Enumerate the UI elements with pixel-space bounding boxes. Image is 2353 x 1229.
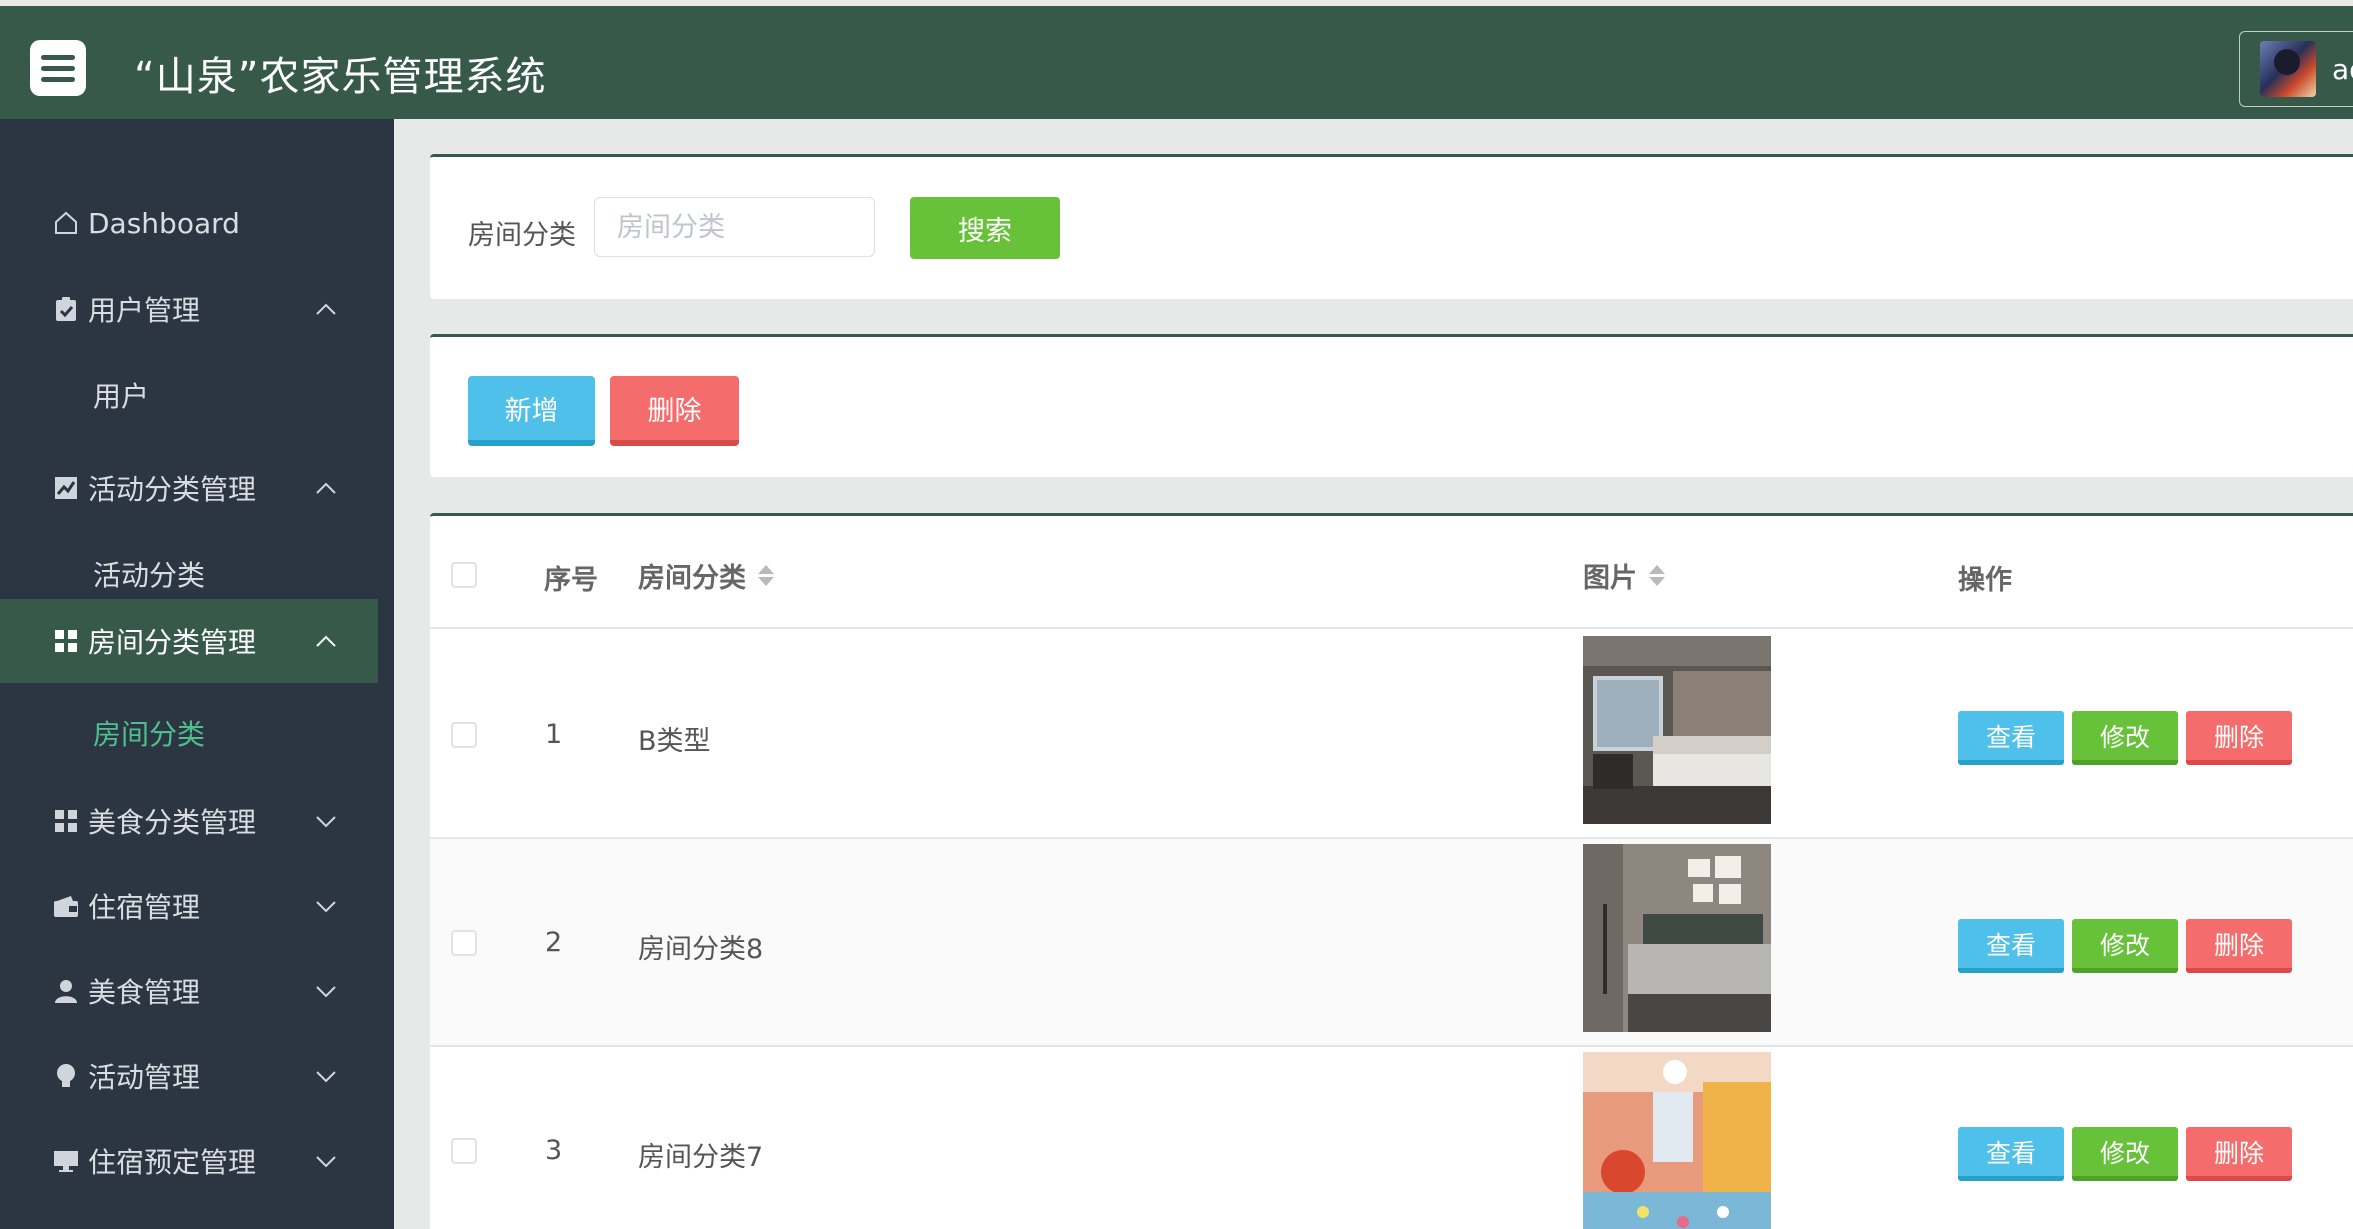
table-row: 2 房间分类8 查看 修改 删除 (430, 839, 2353, 1047)
row-category: B类型 (638, 726, 711, 757)
app-title: “山泉”农家乐管理系统 (134, 54, 547, 100)
sidebar-item-lodging-management[interactable]: 住宿管理 (0, 864, 378, 948)
sidebar-item-activity-management[interactable]: 活动管理 (0, 1034, 378, 1118)
chevron-up-icon (314, 476, 338, 500)
sidebar-subitem-user[interactable]: 用户 (0, 353, 378, 437)
user-icon (53, 978, 79, 1004)
bulb-icon (53, 1063, 79, 1089)
sidebar-subitem-room-category[interactable]: 房间分类 (0, 691, 378, 775)
sidebar-subitem-label: 用户 (93, 380, 150, 413)
row-index: 1 (545, 719, 563, 750)
menu-toggle-button[interactable] (30, 40, 86, 96)
row-index: 2 (545, 927, 563, 958)
chevron-up-icon (314, 297, 338, 321)
sidebar-item-activity-category-management[interactable]: 活动分类管理 (0, 446, 378, 530)
select-all-checkbox[interactable] (451, 562, 477, 588)
sidebar-item-lodging-reservation-management[interactable]: 住宿预定管理 (0, 1119, 378, 1203)
chevron-down-icon (314, 1064, 338, 1088)
grid-icon (53, 808, 79, 834)
user-menu[interactable]: ad (2239, 31, 2353, 107)
room-image[interactable] (1583, 1052, 1771, 1229)
sidebar: Dashboard 用户管理 用户 活动分类管理 活动分类 房间分类管理 房间分… (0, 119, 394, 1229)
sidebar-item-label: 房间分类管理 (88, 626, 257, 659)
column-header-category[interactable]: 房间分类 (638, 556, 774, 595)
sidebar-item-label: 活动管理 (88, 1061, 201, 1094)
table-row: 1 B类型 查看 修改 删除 (430, 631, 2353, 839)
room-image[interactable] (1583, 844, 1771, 1032)
chart-icon (53, 475, 79, 501)
row-checkbox[interactable] (451, 930, 477, 956)
column-header-image[interactable]: 图片 (1583, 556, 1665, 595)
delete-button[interactable]: 删除 (2186, 1127, 2292, 1181)
sidebar-subitem-label: 房间分类 (93, 718, 206, 751)
wallet-icon (53, 893, 79, 919)
edit-button[interactable]: 修改 (2072, 711, 2178, 765)
home-icon (53, 210, 79, 236)
sidebar-subitem-label: 活动分类 (93, 559, 206, 592)
search-button[interactable]: 搜索 (910, 197, 1060, 259)
chevron-down-icon (314, 1149, 338, 1173)
search-label: 房间分类 (468, 220, 576, 251)
chevron-down-icon (314, 894, 338, 918)
column-header-label: 序号 (544, 565, 598, 596)
sidebar-item-room-category-management[interactable]: 房间分类管理 (0, 599, 378, 683)
sidebar-item-label: 用户管理 (88, 294, 201, 327)
grid-icon (53, 628, 79, 654)
edit-button[interactable]: 修改 (2072, 1127, 2178, 1181)
column-header-index: 序号 (544, 558, 598, 597)
search-panel: 房间分类 搜索 (430, 154, 2353, 299)
user-name: ad (2332, 52, 2353, 86)
sidebar-item-food-management[interactable]: 美食管理 (0, 949, 378, 1033)
row-checkbox[interactable] (451, 722, 477, 748)
batch-delete-button[interactable]: 删除 (610, 376, 739, 446)
row-checkbox[interactable] (451, 1138, 477, 1164)
table-header: 序号 房间分类 图片 操作 (430, 516, 2353, 629)
column-header-label: 图片 (1583, 563, 1637, 594)
top-header: “山泉”农家乐管理系统 ad (0, 6, 2353, 119)
sidebar-item-label: Dashboard (88, 206, 240, 240)
sidebar-item-label: 美食管理 (88, 976, 201, 1009)
room-image[interactable] (1583, 636, 1771, 824)
sidebar-item-label: 美食分类管理 (88, 806, 257, 839)
sidebar-item-user-management[interactable]: 用户管理 (0, 267, 378, 351)
column-header-operation: 操作 (1958, 558, 2012, 597)
row-category: 房间分类7 (638, 1142, 764, 1173)
avatar (2260, 41, 2316, 97)
view-button[interactable]: 查看 (1958, 711, 2064, 765)
view-button[interactable]: 查看 (1958, 919, 2064, 973)
monitor-icon (53, 1148, 79, 1174)
delete-button[interactable]: 删除 (2186, 711, 2292, 765)
add-button[interactable]: 新增 (468, 376, 595, 446)
chevron-up-icon (314, 629, 338, 653)
sidebar-item-label: 活动分类管理 (88, 473, 257, 506)
action-panel: 新增 删除 (430, 334, 2353, 477)
sort-icon[interactable] (758, 565, 774, 586)
column-header-label: 操作 (1958, 565, 2012, 596)
hamburger-icon (41, 54, 75, 82)
column-header-label: 房间分类 (638, 563, 746, 594)
chevron-down-icon (314, 979, 338, 1003)
sidebar-item-label: 住宿管理 (88, 891, 201, 924)
sidebar-item-dashboard[interactable]: Dashboard (0, 181, 378, 265)
sidebar-item-label: 住宿预定管理 (88, 1146, 257, 1179)
edit-button[interactable]: 修改 (2072, 919, 2178, 973)
chevron-down-icon (314, 809, 338, 833)
table-row: 3 房间分类7 查看 修改 删除 (430, 1047, 2353, 1229)
data-table: 序号 房间分类 图片 操作 1 B类型 查看 修改 删除 2 房间分类8 查看 … (430, 513, 2353, 1229)
sort-icon[interactable] (1649, 565, 1665, 586)
view-button[interactable]: 查看 (1958, 1127, 2064, 1181)
clipboard-icon (53, 296, 79, 322)
sidebar-item-food-category-management[interactable]: 美食分类管理 (0, 779, 378, 863)
delete-button[interactable]: 删除 (2186, 919, 2292, 973)
row-category: 房间分类8 (638, 934, 764, 965)
row-index: 3 (545, 1135, 563, 1166)
room-category-search-input[interactable] (594, 197, 875, 257)
